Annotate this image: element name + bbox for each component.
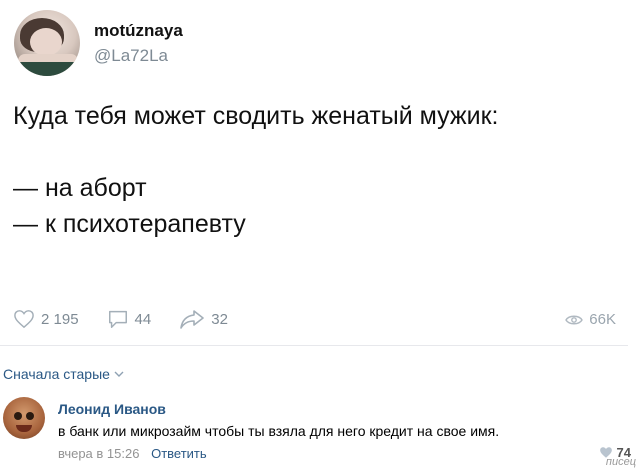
share-icon <box>180 310 205 329</box>
tweet-header: motúznaya @La72La <box>14 10 183 76</box>
comments-sort-label: Сначала старые <box>3 366 110 382</box>
author-avatar[interactable] <box>14 10 80 76</box>
comment-text: в банк или микрозайм чтобы ты взяла для … <box>58 423 500 439</box>
tweet-actions: 2 195 44 32 66K <box>13 303 628 335</box>
chevron-down-icon <box>114 371 124 377</box>
comment-author-name[interactable]: Леонид Иванов <box>58 401 166 417</box>
comment: Леонид Иванов в банк или микрозайм чтобы… <box>3 395 631 467</box>
share-count: 32 <box>211 310 228 328</box>
author-display-name[interactable]: motúznaya <box>94 21 183 41</box>
eye-icon <box>565 315 584 324</box>
comments-sort-dropdown[interactable]: Сначала старые <box>3 366 124 382</box>
comment-icon <box>108 310 127 328</box>
heart-icon <box>14 310 34 329</box>
watermark: писец <box>605 456 636 468</box>
reply-button[interactable]: 44 <box>107 308 152 330</box>
tweet-text: Куда тебя может сводить женатый мужик: —… <box>13 102 499 238</box>
reply-count: 44 <box>134 310 152 328</box>
share-button[interactable]: 32 <box>179 309 228 329</box>
like-button[interactable]: 2 195 <box>13 309 79 329</box>
like-count: 2 195 <box>41 310 79 328</box>
divider <box>0 345 628 346</box>
comment-meta: вчера в 15:26 Ответить <box>58 446 207 461</box>
comment-author-avatar[interactable] <box>3 397 45 439</box>
comment-time[interactable]: вчера в 15:26 <box>58 446 139 461</box>
author-handle[interactable]: @La72La <box>94 46 183 66</box>
views-counter: 66K <box>565 311 616 328</box>
views-count: 66K <box>589 311 616 328</box>
comment-reply-button[interactable]: Ответить <box>151 446 207 461</box>
author-names: motúznaya @La72La <box>94 21 183 66</box>
